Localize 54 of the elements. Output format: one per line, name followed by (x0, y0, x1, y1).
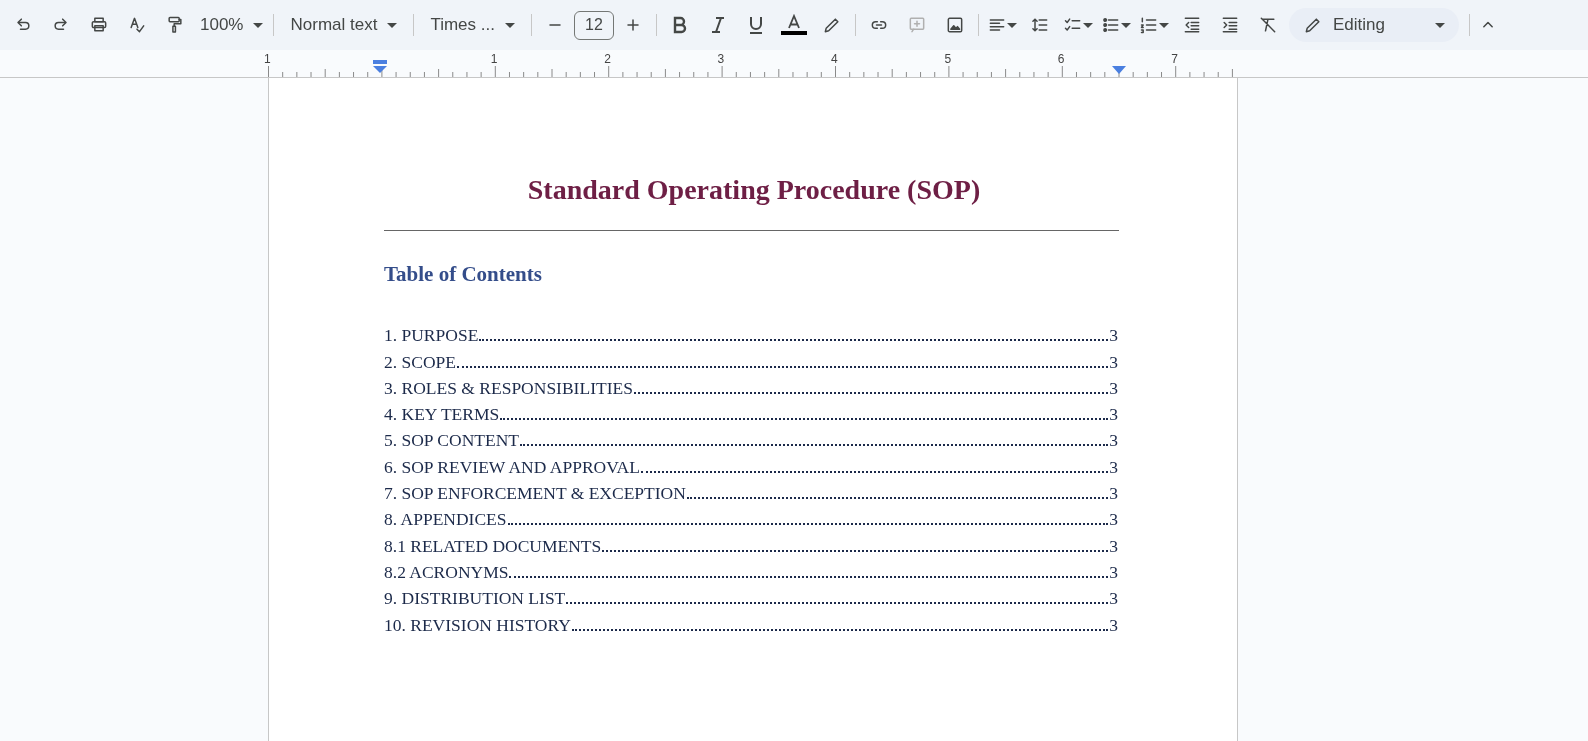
numbered-list-icon[interactable] (1138, 15, 1159, 35)
page-number: 3 (1109, 429, 1118, 452)
ruler-number: 5 (944, 52, 952, 66)
toc-heading: Table of Contents (384, 261, 542, 287)
page-number: 3 (1109, 455, 1118, 478)
ruler-number: 6 (1057, 52, 1065, 66)
ruler-number: 3 (717, 52, 725, 66)
mode-dropdown[interactable]: Editing (1288, 8, 1459, 42)
caret-icon (504, 22, 515, 28)
page-number: 3 (1109, 587, 1118, 610)
caret-icon (387, 22, 398, 28)
toc-entry[interactable]: 8.1 RELATED DOCUMENTS (384, 534, 602, 557)
ruler-number: 7 (1171, 52, 1178, 66)
caret-icon[interactable] (1082, 22, 1093, 28)
caret-icon[interactable] (1158, 22, 1169, 28)
right-indent-marker[interactable] (1112, 66, 1126, 74)
ruler-number: 1 (490, 52, 498, 66)
page-number: 3 (1109, 482, 1118, 505)
page-number: 3 (1109, 613, 1118, 636)
page-number: 3 (1109, 508, 1118, 531)
toc-entry[interactable]: 9. DISTRIBUTION LIST (384, 587, 566, 610)
toc-entry[interactable]: 8. APPENDICES (384, 508, 507, 531)
caret-icon (253, 22, 264, 28)
ruler-number: 2 (604, 52, 611, 66)
ruler-number: 1 (264, 52, 271, 66)
toc-entry[interactable]: 2. SCOPE (384, 350, 456, 373)
font-size-field[interactable]: 12 (573, 10, 614, 40)
ruler-number: 4 (831, 52, 838, 66)
caret-icon (1434, 22, 1445, 28)
spellcheck-icon[interactable] (127, 15, 147, 35)
toc-entry[interactable]: 1. PURPOSE (384, 324, 479, 347)
toc-entry[interactable]: 7. SOP ENFORCEMENT & EXCEPTION (384, 482, 686, 505)
page-number: 3 (1109, 560, 1118, 583)
paint-format-icon[interactable] (165, 15, 185, 35)
caret-icon[interactable] (1120, 22, 1131, 28)
caret-icon[interactable] (1006, 22, 1017, 28)
page-number: 3 (1109, 534, 1118, 557)
font-dropdown[interactable]: Times ... (418, 10, 527, 40)
page-number: 3 (1109, 324, 1118, 347)
zoom-dropdown[interactable]: 100% (194, 10, 270, 40)
toc-entry[interactable]: 10. REVISION HISTORY (384, 613, 571, 636)
left-indent-marker[interactable] (372, 60, 388, 74)
page-number: 3 (1109, 376, 1118, 399)
toc-entry[interactable]: 4. KEY TERMS (384, 403, 500, 426)
print-icon[interactable] (89, 15, 109, 35)
style-dropdown[interactable]: Normal text (278, 10, 410, 40)
toc-entry[interactable]: 6. SOP REVIEW AND APPROVAL (384, 455, 640, 478)
toc-entry[interactable]: 8.2 ACRONYMS (384, 560, 509, 583)
toc-entry[interactable]: 3. ROLES & RESPONSIBILITIES (384, 376, 633, 399)
bulleted-list-icon[interactable] (1100, 15, 1121, 35)
document-title: Standard Operating Procedure (SOP) (526, 173, 982, 207)
page-number: 3 (1109, 403, 1118, 426)
toc-entry[interactable]: 5. SOP CONTENT (384, 429, 519, 452)
page-number: 3 (1109, 350, 1118, 373)
